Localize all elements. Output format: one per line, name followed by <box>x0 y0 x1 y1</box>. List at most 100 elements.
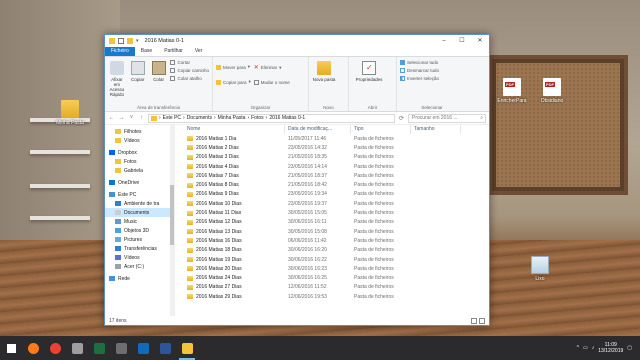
breadcrumb-item[interactable]: Fotos <box>251 115 264 121</box>
volume-icon[interactable]: ♪ <box>592 345 595 351</box>
forward-arrow-icon[interactable]: → <box>118 115 125 121</box>
table-row[interactable]: 2016 Matias 1 Dia 11/05/2017 11:46 Pasta d… <box>175 134 489 143</box>
table-row[interactable]: 2016 Matias 9 Dias 23/05/2016 19:34 Pasta … <box>175 190 489 199</box>
taskbar-app[interactable] <box>154 336 176 360</box>
back-arrow-icon[interactable]: ← <box>108 115 115 121</box>
table-row[interactable]: 2016 Matias 7 Dias 21/05/2016 18:37 Pasta … <box>175 171 489 180</box>
refresh-icon[interactable]: ⟳ <box>398 115 405 122</box>
sidebar-item[interactable]: Dropbox <box>105 148 174 157</box>
select-none-button[interactable]: Desmarcar tudo <box>400 68 439 73</box>
table-row[interactable]: 2016 Matias 2 Dias 23/05/2016 14:32 Pasta … <box>175 143 489 152</box>
table-row[interactable]: 2016 Matias 4 Dias 23/05/2016 14:14 Pasta … <box>175 162 489 171</box>
column-header-date[interactable]: Data de modificaç... <box>285 124 351 134</box>
sidebar-item[interactable]: Transferências <box>105 244 174 253</box>
delete-button[interactable]: ✕ Eliminar ▾ <box>254 64 290 72</box>
desktop-icon-lixo[interactable]: Lixo <box>520 256 560 282</box>
sidebar-item[interactable]: Vídeos <box>105 253 174 262</box>
taskbar-app[interactable] <box>110 336 132 360</box>
details-view-icon[interactable] <box>471 318 477 324</box>
select-all-button[interactable]: Selecionar tudo <box>400 60 439 65</box>
table-row[interactable]: 2016 Matias 8 Dias 21/05/2016 18:42 Pasta … <box>175 180 489 189</box>
rename-button[interactable]: Mudar o nome <box>253 80 290 85</box>
tab-base[interactable]: Base <box>135 47 158 56</box>
table-row[interactable]: 2016 Matias 20 Dias 30/06/2016 16:23 Pasta… <box>175 264 489 273</box>
sidebar-item[interactable]: OneDrive <box>105 178 174 187</box>
search-input[interactable]: Procurar em 2016 ... ⌕ <box>408 113 486 123</box>
breadcrumb-item[interactable]: Este PC <box>163 115 181 121</box>
paste-shortcut-button[interactable]: Colar atalho <box>170 76 209 81</box>
copy-path-button[interactable]: Copiar caminho <box>170 68 209 73</box>
sidebar-item[interactable]: Filhotes <box>105 127 174 136</box>
column-header-type[interactable]: Tipo <box>351 124 411 134</box>
properties-button[interactable]: ✓ Propriedades <box>352 60 386 111</box>
sidebar-item[interactable]: Ambiente de tra <box>105 199 174 208</box>
column-header-name[interactable]: Nome <box>175 124 285 134</box>
breadcrumb-item[interactable]: Documents <box>187 115 212 121</box>
folder-icon <box>115 159 121 164</box>
table-row[interactable]: 2016 Matias 19 Dias 30/06/2016 16:22 Pasta… <box>175 255 489 264</box>
copy-to-button[interactable]: Copiar para ▾ <box>216 79 251 85</box>
tab-partilhar[interactable]: Partilhar <box>158 47 189 56</box>
sidebar-item[interactable]: Fotos <box>105 157 174 166</box>
desktop-icon-minha-pasta[interactable]: Minha Pasta <box>50 100 90 126</box>
table-row[interactable]: 2016 Matias 10 Dias 23/05/2016 19:37 Pasta… <box>175 199 489 208</box>
sidebar-item[interactable]: Documents <box>105 208 174 217</box>
table-row[interactable]: 2016 Matias 29 Dias 12/06/2016 19:53 Pasta… <box>175 292 489 301</box>
table-row[interactable]: 2016 Matias 27 Dias 12/06/2016 11:52 Pasta… <box>175 283 489 292</box>
breadcrumb[interactable]: › Este PC › Documents › Minha Pasta › Fo… <box>148 113 395 123</box>
taskbar-app[interactable] <box>22 336 44 360</box>
clock[interactable]: 11:09 13/12/2019 <box>598 342 623 354</box>
table-row[interactable]: 2016 Matias 13 Dias 30/05/2016 15:08 Pasta… <box>175 227 489 236</box>
move-to-button[interactable]: Mover para ▾ <box>216 64 251 70</box>
breadcrumb-item[interactable]: 2016 Matias 0-1 <box>269 115 305 121</box>
new-folder-icon[interactable] <box>127 38 133 44</box>
recent-chevron-icon[interactable]: ˅ <box>128 115 135 121</box>
properties-icon[interactable] <box>118 38 124 44</box>
sidebar-item-label: Music <box>124 218 138 225</box>
pin-quick-access-button[interactable]: Afixar em Acesso Rápido <box>108 60 126 111</box>
taskbar-app[interactable] <box>66 336 88 360</box>
up-arrow-icon[interactable]: ↑ <box>138 115 145 121</box>
tab-ficheiro[interactable]: Ficheiro <box>105 47 135 56</box>
invert-selection-button[interactable]: Inverter seleção <box>400 76 439 81</box>
sidebar-item[interactable]: Gabriela <box>105 166 174 175</box>
sidebar-item[interactable]: Rede <box>105 274 174 283</box>
new-folder-button[interactable]: Nova pasta <box>312 60 336 111</box>
notifications-icon[interactable]: ▢ <box>627 345 632 351</box>
taskbar-app[interactable] <box>132 336 154 360</box>
column-header-size[interactable]: Tamanho <box>411 124 461 134</box>
sidebar-item[interactable]: Objetos 3D <box>105 226 174 235</box>
taskbar-app[interactable] <box>176 336 198 360</box>
table-row[interactable]: 2016 Matias 16 Dias 06/06/2016 11:42 Pasta… <box>175 236 489 245</box>
table-row[interactable]: 2016 Matias 24 Dias 30/06/2016 16:25 Pasta… <box>175 273 489 282</box>
sidebar-item[interactable]: Acer (C:) <box>105 262 174 271</box>
maximize-button[interactable]: ☐ <box>453 35 471 47</box>
tab-ver[interactable]: Ver <box>189 47 209 56</box>
scrollbar-thumb[interactable] <box>170 185 174 245</box>
nav-scrollbar[interactable] <box>170 125 174 316</box>
desktop-icon-enricherpara[interactable]: EnricherPara <box>492 78 532 104</box>
minimize-button[interactable]: – <box>435 35 453 47</box>
table-row[interactable]: 2016 Matias 11 Dias 30/05/2016 15:05 Pasta… <box>175 208 489 217</box>
table-row[interactable]: 2016 Matias 12 Dias 30/06/2016 16:11 Pasta… <box>175 218 489 227</box>
close-button[interactable]: ✕ <box>471 35 489 47</box>
sidebar-item[interactable]: Pictures <box>105 235 174 244</box>
breadcrumb-item[interactable]: Minha Pasta <box>218 115 246 121</box>
chevron-down-icon[interactable]: ▾ <box>136 38 139 44</box>
taskbar-app[interactable] <box>44 336 66 360</box>
cut-button[interactable]: Cortar <box>170 60 209 65</box>
table-row[interactable]: 2016 Matias 18 Dias 30/06/2016 16:20 Pasta… <box>175 246 489 255</box>
copy-button[interactable]: Copiar <box>129 60 147 111</box>
large-icons-view-icon[interactable] <box>479 318 485 324</box>
sidebar-item[interactable]: Este PC <box>105 190 174 199</box>
network-icon[interactable]: ▭ <box>583 345 588 351</box>
paste-button[interactable]: Colar <box>150 60 168 111</box>
table-row[interactable]: 2016 Matias 3 Dias 21/05/2016 18:35 Pasta … <box>175 153 489 162</box>
desktop-icon-obsidiano[interactable]: Obsidiano <box>532 78 572 104</box>
taskbar-app[interactable] <box>0 336 22 360</box>
sidebar-item[interactable]: Music <box>105 217 174 226</box>
folder-icon <box>187 247 193 253</box>
taskbar-app[interactable] <box>88 336 110 360</box>
sidebar-item[interactable]: Vídeos <box>105 136 174 145</box>
chevron-up-icon[interactable]: ^ <box>577 345 579 351</box>
